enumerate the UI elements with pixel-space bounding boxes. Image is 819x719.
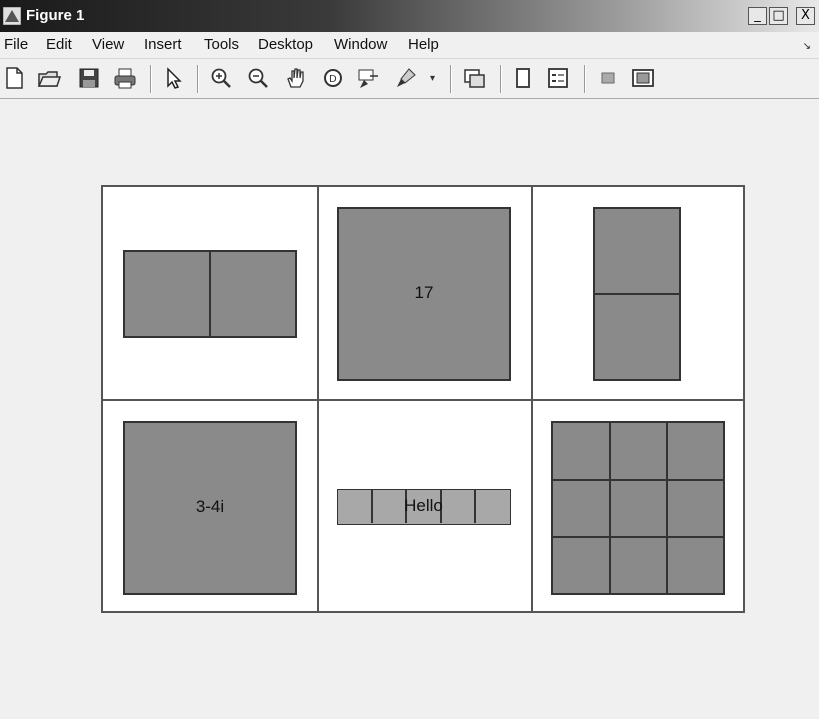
cell-divider (553, 536, 723, 538)
grid-line (103, 399, 743, 401)
pan-hand-icon[interactable] (284, 66, 308, 90)
open-file-icon[interactable] (37, 66, 61, 90)
menu-tools[interactable]: Tools (204, 36, 239, 53)
menu-file[interactable]: File (4, 36, 28, 53)
cell-scalar: 17 (337, 207, 511, 381)
title-bar[interactable]: Figure 1 _ □ X (0, 0, 819, 32)
cell-divider (209, 252, 211, 336)
dock-arrow-icon[interactable]: ↘ (803, 41, 811, 52)
close-button[interactable]: X (796, 7, 815, 25)
cell-complex-scalar: 3-4i (123, 421, 297, 595)
menu-help[interactable]: Help (408, 36, 439, 53)
figure-toolbar: D ▾ (0, 58, 819, 99)
data-cursor-icon[interactable] (356, 66, 380, 90)
maximize-button[interactable]: □ (769, 7, 788, 25)
cell-3x3-array (551, 421, 725, 595)
cell-value-label: 17 (414, 283, 434, 302)
cell-divider (553, 479, 723, 481)
cell-divider (666, 423, 668, 593)
cellplot-axes[interactable]: 17 3-4i Hello (101, 185, 745, 613)
zoom-out-icon[interactable] (246, 66, 270, 90)
toolbar-separator (150, 65, 152, 93)
zoom-in-icon[interactable] (209, 66, 233, 90)
window-title: Figure 1 (26, 7, 85, 24)
menu-view[interactable]: View (92, 36, 124, 53)
toolbar-separator (500, 65, 502, 93)
menu-insert[interactable]: Insert (144, 36, 182, 53)
link-plot-icon[interactable] (462, 66, 486, 90)
cell-char-array: Hello (337, 489, 511, 525)
menu-desktop[interactable]: Desktop (258, 36, 313, 53)
minimize-button[interactable]: _ (748, 7, 767, 25)
toolbar-separator (584, 65, 586, 93)
toolbar-separator (450, 65, 452, 93)
figure-window: Figure 1 _ □ X File Edit View Insert Too… (0, 0, 819, 719)
menu-edit[interactable]: Edit (46, 36, 72, 53)
pointer-icon[interactable] (162, 66, 186, 90)
show-plot-tools-icon[interactable] (631, 66, 655, 90)
cell-value-label: 3-4i (195, 497, 225, 516)
toolbar-separator (197, 65, 199, 93)
new-figure-icon[interactable] (2, 66, 26, 90)
rotate-3d-icon[interactable]: D (321, 66, 345, 90)
cell-divider (609, 423, 611, 593)
menu-bar: File Edit View Insert Tools Desktop Wind… (0, 32, 819, 58)
svg-text:D: D (329, 74, 337, 85)
cell-divider (595, 293, 679, 295)
print-icon[interactable] (113, 66, 137, 90)
hide-plot-tools-icon[interactable] (596, 66, 620, 90)
cell-value-label: Hello (404, 496, 443, 515)
cell-1x2-array (123, 250, 297, 338)
matlab-icon (3, 7, 21, 25)
save-icon[interactable] (77, 66, 101, 90)
legend-icon[interactable] (546, 66, 570, 90)
menu-window[interactable]: Window (334, 36, 387, 53)
brush-icon[interactable] (394, 66, 418, 90)
colorbar-icon[interactable] (511, 66, 535, 90)
dropdown-arrow-icon[interactable]: ▾ (430, 73, 435, 84)
cell-2x1-array (593, 207, 681, 381)
